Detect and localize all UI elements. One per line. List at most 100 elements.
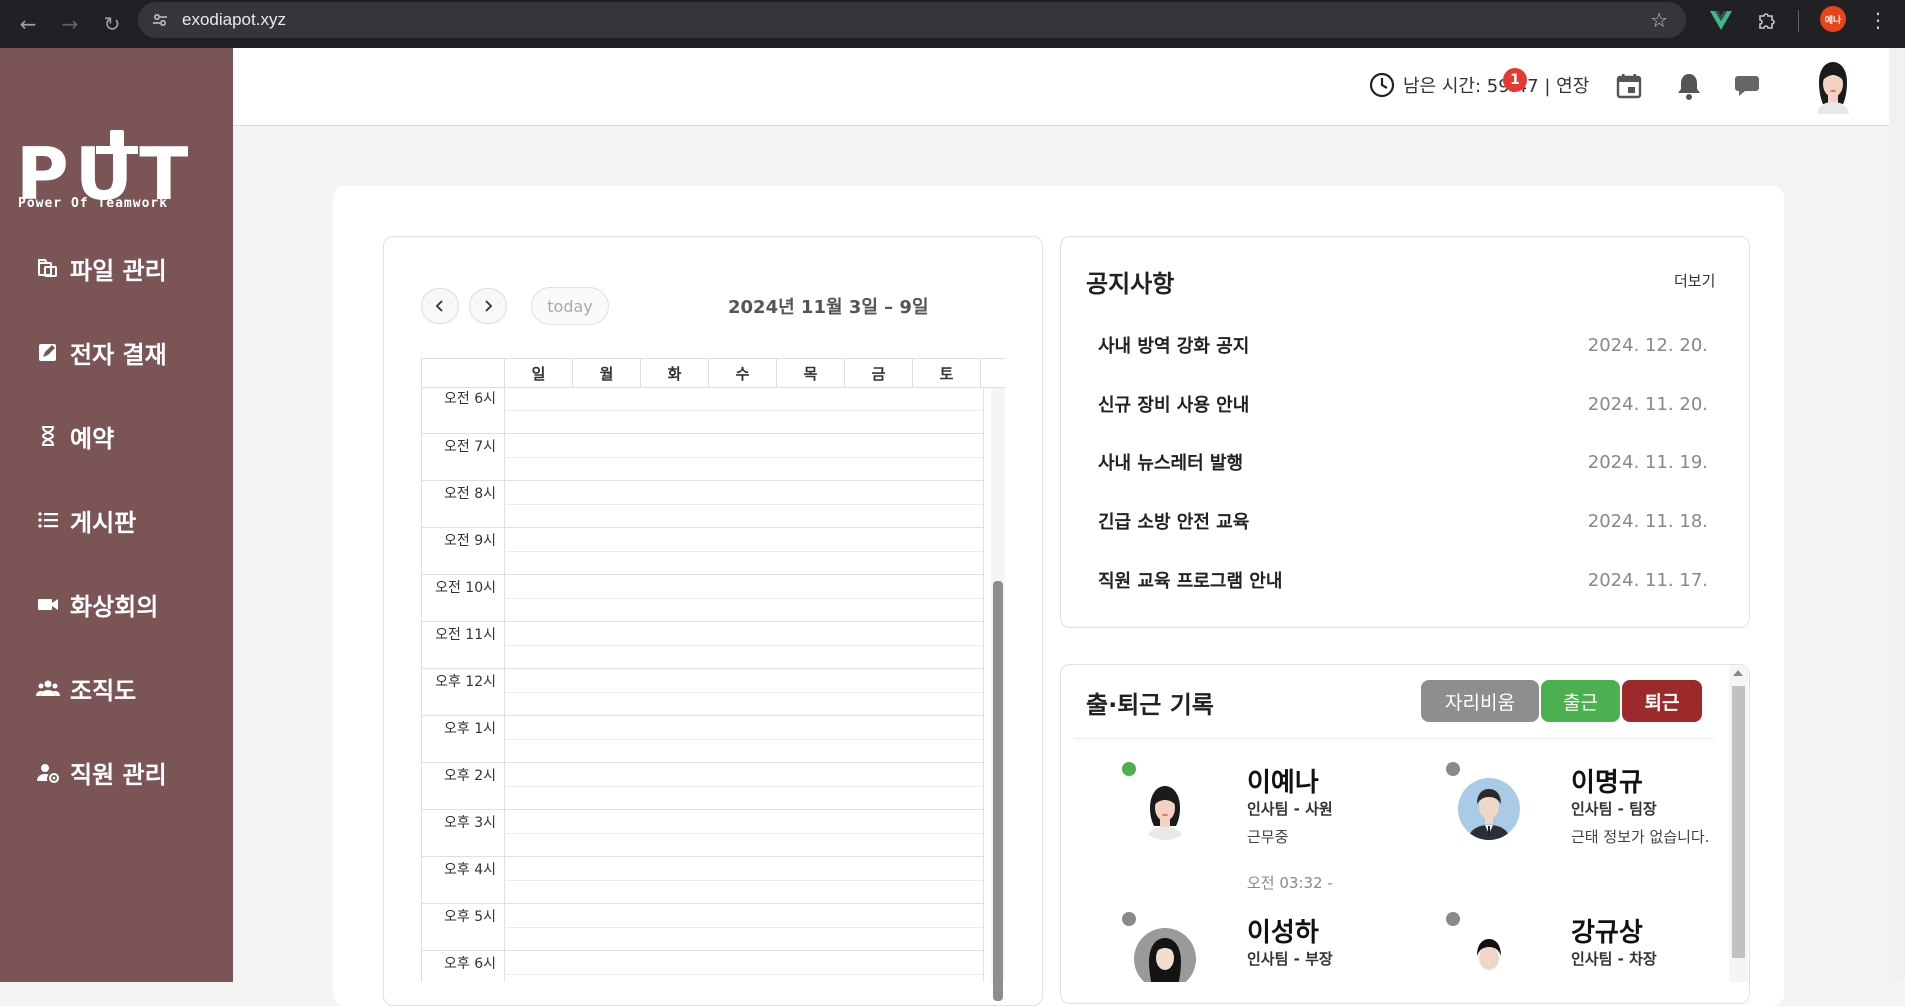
notice-item-date: 2024. 11. 17. [1587,569,1708,591]
employee-card[interactable]: 강규상 인사팀 - 차장 [1446,912,1728,982]
session-timer[interactable]: 남은 시간: 59:47 | 연장 [1369,72,1589,98]
notice-item[interactable]: 사내 방역 강화 공지 2024. 12. 20. [1098,330,1708,360]
notice-item-title: 직원 교육 프로그램 안내 [1098,571,1283,592]
time-label: 오후 4시 [444,862,496,878]
sidebar-item-video-meeting[interactable]: 화상회의 [36,584,158,624]
attendance-scrollbar[interactable] [1729,666,1748,982]
browser-toolbar: ← → ↻ exodiapot.xyz ☆ 예나 ⋮ [0,0,1905,48]
reload-icon[interactable]: ↻ [98,10,126,38]
list-icon [36,508,60,532]
hour-line [422,809,983,810]
calendar-prev-button[interactable] [421,288,459,324]
sidebar-item-approval[interactable]: 전자 결재 [36,332,167,372]
calendar-today-button[interactable]: today [531,287,609,325]
time-label: 오전 9시 [444,533,496,549]
employee-name: 강규상 [1571,918,1643,948]
hour-line [422,574,983,575]
half-hour-line [504,786,983,787]
notice-more-link[interactable]: 더보기 [1674,270,1715,291]
sidebar-item-org-chart[interactable]: 조직도 [36,668,136,708]
attendance-scroll-thumb[interactable] [1732,686,1745,958]
sidebar-item-board[interactable]: 게시판 [36,500,136,540]
hour-line [422,856,983,857]
user-avatar[interactable] [1813,60,1853,114]
hour-line [422,903,983,904]
scroll-up-arrow-icon[interactable] [1733,670,1743,676]
sidebar-item-label: 직원 관리 [70,760,167,789]
notice-item[interactable]: 직원 교육 프로그램 안내 2024. 11. 17. [1098,565,1708,595]
employee-card[interactable]: 이성하 인사팀 - 부장 [1122,912,1422,982]
forward-icon[interactable]: → [56,10,84,38]
employee-name: 이예나 [1247,768,1319,798]
status-dot-offline [1446,762,1460,776]
hour-line [422,433,983,434]
notice-item-date: 2024. 12. 20. [1587,334,1708,356]
chevron-left-icon [435,300,443,312]
put-logo[interactable]: PUT Power Of Teamwork [16,88,212,222]
notice-item[interactable]: 긴급 소방 안전 교육 2024. 11. 18. [1098,506,1708,536]
vue-devtools-icon[interactable] [1708,8,1734,34]
attendance-list: 이예나 인사팀 - 사원 근무중 오전 03:32 - 이명규 인사팀 - 팀장… [1060,740,1728,982]
time-label: 오전 7시 [444,439,496,455]
time-label: 오후 6시 [444,956,496,972]
clock-out-button[interactable]: 퇴근 [1622,680,1702,722]
notice-item-date: 2024. 11. 20. [1587,393,1708,415]
employee-photo [1458,928,1520,982]
day-header-mon: 월 [572,359,640,388]
address-bar[interactable]: exodiapot.xyz ☆ [138,2,1686,38]
employee-photo [1134,928,1196,982]
notice-item[interactable]: 신규 장비 사용 안내 2024. 11. 20. [1098,389,1708,419]
time-label: 오전 11시 [435,627,496,643]
employee-card[interactable]: 이명규 인사팀 - 팀장 근태 정보가 없습니다. [1446,762,1728,892]
day-header-spacer [980,359,1005,388]
hour-line [422,527,983,528]
sidebar-item-label: 게시판 [70,508,137,537]
grid-col-line [983,388,984,982]
notice-title: 공지사항 [1086,270,1175,298]
half-hour-line [504,880,983,881]
time-label: 오후 3시 [444,815,496,831]
calendar-scrollbar[interactable] [991,388,1005,1001]
chat-icon[interactable] [1733,70,1765,102]
employee-status: 근무중 [1247,828,1289,846]
day-header-sun: 일 [504,359,572,388]
top-header: 남은 시간: 59:47 | 연장 [233,48,1889,126]
people-icon [36,676,60,700]
away-button[interactable]: 자리비움 [1421,680,1539,722]
calendar-scroll-thumb[interactable] [993,581,1003,1001]
half-hour-line [504,739,983,740]
half-hour-line [504,927,983,928]
time-label: 오전 10시 [435,580,496,596]
back-icon[interactable]: ← [14,10,42,38]
toolbar-separator [1798,10,1799,32]
extensions-icon[interactable] [1754,8,1780,34]
calendar-next-button[interactable] [469,288,507,324]
page-scrollbar[interactable] [1889,48,1905,982]
bell-icon[interactable] [1673,70,1705,102]
bookmark-star-icon[interactable]: ☆ [1650,8,1668,32]
sidebar-item-employee-management[interactable]: 직원 관리 [36,752,167,792]
day-header-wed: 수 [708,359,776,388]
site-settings-icon[interactable] [150,10,170,30]
clock-in-button[interactable]: 출근 [1541,680,1620,722]
video-icon [36,592,60,616]
notice-item[interactable]: 사내 뉴스레터 발행 2024. 11. 19. [1098,447,1708,477]
calendar-week-grid[interactable]: 일 월 화 수 목 금 토 오전 6시 오전 7시 오전 8시 오전 9시 오전… [421,358,1005,982]
profile-avatar[interactable]: 예나 [1820,6,1846,32]
logo-tagline: Power Of Teamwork [18,196,169,211]
employee-role: 인사팀 - 부장 [1247,950,1333,968]
sidebar-item-file[interactable]: 파일 관리 [36,248,167,288]
hour-line [422,715,983,716]
status-dot-offline [1122,912,1136,926]
sidebar-item-reservation[interactable]: 예약 [36,416,114,456]
hour-line [422,480,983,481]
more-menu-icon[interactable]: ⋮ [1868,8,1888,32]
half-hour-line [504,833,983,834]
hour-line [422,950,983,951]
time-label: 오후 12시 [435,674,496,690]
notice-item-title: 사내 뉴스레터 발행 [1098,453,1244,474]
edit-icon [36,340,60,364]
calendar-icon[interactable] [1613,70,1645,102]
chat-badge: 1 [1503,68,1527,92]
employee-card[interactable]: 이예나 인사팀 - 사원 근무중 오전 03:32 - [1122,762,1422,892]
